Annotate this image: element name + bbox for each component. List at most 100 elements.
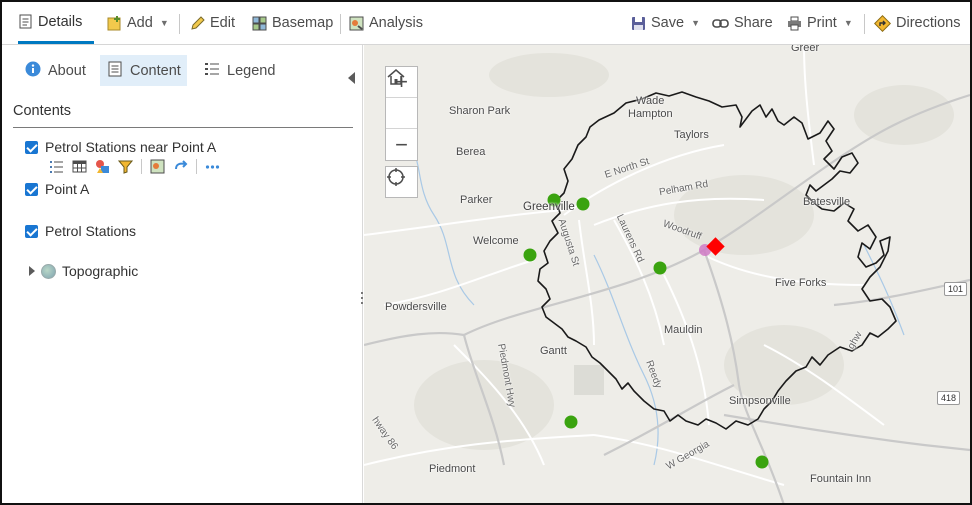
print-label: Print <box>807 15 837 31</box>
analysis-button[interactable]: Analysis <box>349 2 423 44</box>
basemap-grid-icon <box>252 16 267 31</box>
route-shield: 101 <box>944 282 968 296</box>
chevron-down-icon: ▼ <box>843 18 853 28</box>
place-label: Gantt <box>540 345 567 357</box>
toolbar-divider <box>864 14 865 34</box>
tab-about-label: About <box>48 62 86 79</box>
place-label: Piedmont <box>429 463 476 475</box>
more-options-icon[interactable] <box>205 159 220 174</box>
place-label: Welcome <box>473 235 519 247</box>
tab-legend-label: Legend <box>227 62 276 79</box>
home-icon <box>387 69 405 85</box>
layer-row: Petrol Stations <box>25 223 136 239</box>
share-button[interactable]: Share <box>712 2 773 44</box>
tab-legend[interactable]: Legend <box>197 55 282 86</box>
refresh-arrow-icon[interactable] <box>173 159 188 174</box>
panel-tabs: About Content Legend <box>2 55 363 87</box>
route-shield: 418 <box>937 391 961 405</box>
add-label: Add <box>127 15 153 31</box>
layer-title[interactable]: Point A <box>45 181 89 197</box>
details-label: Details <box>38 13 83 30</box>
app-window: Details Add ▼ Edit Basemap Analysis Save… <box>0 0 972 505</box>
locate-button[interactable] <box>385 166 418 198</box>
contents-panel: About Content Legend Contents Petrol Sta… <box>2 45 363 503</box>
place-label: Taylors <box>674 129 709 141</box>
home-button[interactable] <box>386 69 417 129</box>
edit-button[interactable]: Edit <box>190 2 235 44</box>
layer-row: Point A <box>25 181 89 197</box>
petrol-station-marker <box>653 261 667 275</box>
add-button[interactable]: Add ▼ <box>107 2 169 44</box>
content-list-icon <box>107 61 123 81</box>
layer-visibility-checkbox[interactable] <box>25 182 38 196</box>
directions-sign-icon <box>874 14 891 32</box>
directions-label: Directions <box>896 15 961 31</box>
layer-title[interactable]: Petrol Stations <box>45 223 136 239</box>
petrol-station-marker <box>576 197 590 211</box>
place-label: Hampton <box>628 108 673 120</box>
tab-content-label: Content <box>130 62 181 79</box>
place-label: Berea <box>456 146 486 158</box>
layer-visibility-checkbox[interactable] <box>25 224 38 238</box>
layer-row: Petrol Stations near Point A <box>25 139 216 155</box>
attribute-table-icon[interactable] <box>72 159 87 174</box>
details-icon <box>18 14 33 29</box>
chevron-down-icon: ▼ <box>691 18 700 28</box>
place-label: Simpsonville <box>729 395 791 407</box>
save-icon <box>631 16 646 31</box>
toolbar-divider <box>179 14 180 34</box>
toolbar-divider <box>340 14 341 34</box>
map-view[interactable]: Greer Wade Hampton Sharon Park Taylors B… <box>364 45 970 503</box>
layer-visibility-checkbox[interactable] <box>25 140 38 154</box>
chevron-down-icon: ▼ <box>159 18 169 28</box>
print-button[interactable]: Print ▼ <box>787 2 853 44</box>
place-label: Wade <box>636 95 665 107</box>
top-toolbar: Details Add ▼ Edit Basemap Analysis Save… <box>2 2 970 45</box>
share-label: Share <box>734 15 773 31</box>
petrol-station-marker <box>755 455 769 469</box>
change-style-icon[interactable] <box>95 159 110 174</box>
basemap-button[interactable]: Basemap <box>252 2 333 44</box>
expand-triangle-icon[interactable] <box>29 266 35 276</box>
info-icon <box>25 61 41 81</box>
printer-icon <box>787 16 802 31</box>
place-label: Sharon Park <box>449 105 511 117</box>
zoom-controls: + − <box>385 66 418 161</box>
place-label: Greer <box>791 45 820 54</box>
tab-content[interactable]: Content <box>100 55 187 86</box>
basemap-layer-title: Topographic <box>62 263 139 279</box>
contents-title: Contents <box>13 103 72 119</box>
tool-divider <box>196 158 197 174</box>
collapse-panel-icon[interactable] <box>348 72 355 84</box>
pencil-icon <box>190 15 205 31</box>
basemap-label: Basemap <box>272 15 334 31</box>
filter-icon[interactable] <box>117 159 134 174</box>
place-label: Batesville <box>803 196 851 208</box>
contents-divider <box>13 127 353 128</box>
layer-title[interactable]: Petrol Stations near Point A <box>45 139 216 155</box>
tab-about[interactable]: About <box>18 55 93 86</box>
save-button[interactable]: Save ▼ <box>631 2 700 44</box>
layer-tools <box>49 157 220 175</box>
basemap-layer-row[interactable]: Topographic <box>29 263 138 279</box>
show-legend-icon[interactable] <box>49 159 64 174</box>
analysis-icon <box>349 16 364 31</box>
legend-list-icon <box>204 61 220 81</box>
analysis-label: Analysis <box>369 15 423 31</box>
place-label: Greenville <box>523 201 575 213</box>
perform-analysis-icon[interactable] <box>150 159 165 174</box>
place-label: Fountain Inn <box>810 473 872 485</box>
globe-icon <box>41 263 56 279</box>
petrol-station-marker <box>523 248 537 262</box>
directions-button[interactable]: Directions <box>874 2 960 44</box>
petrol-station-marker <box>564 415 578 429</box>
place-label: Five Forks <box>775 277 827 289</box>
details-button[interactable]: Details <box>18 2 94 44</box>
locate-crosshair-icon <box>387 168 405 186</box>
link-icon <box>712 16 729 31</box>
save-label: Save <box>651 15 685 31</box>
edit-label: Edit <box>210 15 235 31</box>
place-label: Parker <box>460 194 493 206</box>
tool-divider <box>141 158 142 174</box>
zoom-out-button[interactable]: − <box>386 129 417 160</box>
